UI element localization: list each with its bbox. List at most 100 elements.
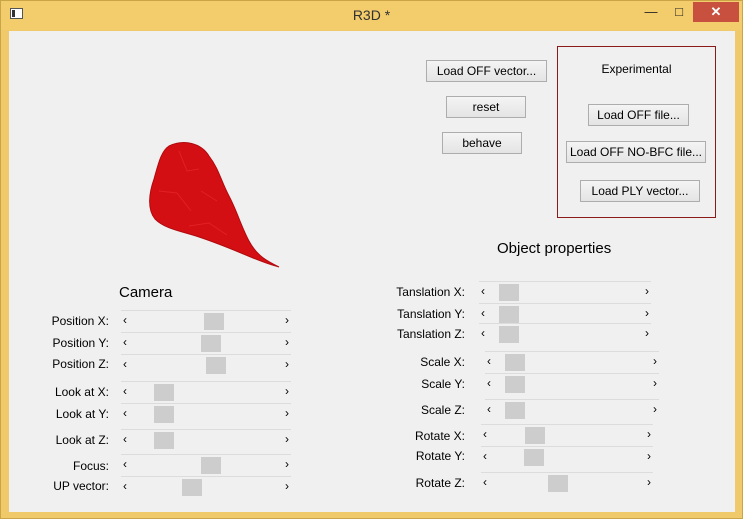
camera-slider-label: Position X:: [51, 314, 109, 328]
camera-slider-label: UP vector:: [53, 479, 109, 493]
load-off-vector-button[interactable]: Load OFF vector...: [426, 60, 547, 82]
right-arrow-icon[interactable]: ›: [653, 401, 657, 417]
slider-thumb[interactable]: [154, 432, 175, 449]
load-off-file-button[interactable]: Load OFF file...: [588, 104, 689, 126]
right-arrow-icon[interactable]: ›: [653, 353, 657, 369]
behave-button[interactable]: behave: [442, 132, 522, 154]
left-arrow-icon[interactable]: ‹: [123, 456, 127, 472]
slider-thumb[interactable]: [154, 406, 175, 423]
left-arrow-icon[interactable]: ‹: [123, 334, 127, 350]
object-slider[interactable]: ‹ ›: [479, 303, 651, 323]
slider-thumb[interactable]: [548, 475, 569, 492]
slider-track: [121, 403, 291, 404]
slider-thumb[interactable]: [498, 284, 519, 301]
object-slider[interactable]: ‹ ›: [481, 472, 653, 492]
slider-thumb[interactable]: [201, 335, 222, 352]
slider-thumb[interactable]: [154, 384, 175, 401]
right-arrow-icon[interactable]: ›: [647, 474, 651, 490]
object-slider[interactable]: ‹ ›: [479, 281, 651, 301]
left-arrow-icon[interactable]: ‹: [483, 426, 487, 442]
right-arrow-icon[interactable]: ›: [645, 283, 649, 299]
experimental-title: Experimental: [601, 62, 672, 76]
right-arrow-icon[interactable]: ›: [285, 312, 289, 328]
right-arrow-icon[interactable]: ›: [645, 305, 649, 321]
camera-slider[interactable]: ‹ ›: [121, 429, 291, 449]
slider-thumb[interactable]: [201, 457, 222, 474]
slider-thumb[interactable]: [504, 354, 525, 371]
slider-track: [485, 373, 659, 374]
right-arrow-icon[interactable]: ›: [285, 356, 289, 372]
title-bar[interactable]: R3D * — □ ✕: [1, 1, 742, 30]
right-arrow-icon[interactable]: ›: [285, 383, 289, 399]
right-arrow-icon[interactable]: ›: [285, 405, 289, 421]
left-arrow-icon[interactable]: ‹: [487, 375, 491, 391]
left-arrow-icon[interactable]: ‹: [123, 383, 127, 399]
object-slider[interactable]: ‹ ›: [485, 399, 659, 419]
camera-slider[interactable]: ‹ ›: [121, 476, 291, 496]
camera-slider[interactable]: ‹ ›: [121, 403, 291, 423]
slider-thumb[interactable]: [203, 313, 224, 330]
left-arrow-icon[interactable]: ‹: [483, 474, 487, 490]
slider-track: [481, 472, 653, 473]
slider-track: [121, 381, 291, 382]
object-slider-label: Scale X:: [420, 355, 465, 369]
maximize-button[interactable]: □: [665, 2, 693, 22]
slider-thumb[interactable]: [182, 479, 203, 496]
slider-thumb[interactable]: [504, 376, 525, 393]
right-arrow-icon[interactable]: ›: [647, 448, 651, 464]
right-arrow-icon[interactable]: ›: [285, 431, 289, 447]
slider-thumb[interactable]: [498, 326, 519, 343]
experimental-group: Experimental Load OFF file... Load OFF N…: [557, 46, 716, 218]
slider-thumb[interactable]: [206, 357, 227, 374]
object-properties-heading: Object properties: [497, 240, 612, 257]
left-arrow-icon[interactable]: ‹: [481, 305, 485, 321]
camera-slider[interactable]: ‹ ›: [121, 354, 291, 374]
left-arrow-icon[interactable]: ‹: [481, 283, 485, 299]
slider-track: [121, 429, 291, 430]
reset-button[interactable]: reset: [446, 96, 526, 118]
slider-track: [121, 454, 291, 455]
left-arrow-icon[interactable]: ‹: [481, 325, 485, 341]
object-slider[interactable]: ‹ ›: [485, 351, 659, 371]
object-slider[interactable]: ‹ ›: [485, 373, 659, 393]
camera-slider[interactable]: ‹ ›: [121, 332, 291, 352]
minimize-button[interactable]: —: [637, 2, 665, 22]
load-ply-vector-button[interactable]: Load PLY vector...: [580, 180, 700, 202]
slider-track: [479, 323, 651, 324]
object-slider-label: Tanslation X:: [396, 285, 465, 299]
left-arrow-icon[interactable]: ‹: [123, 405, 127, 421]
right-arrow-icon[interactable]: ›: [285, 478, 289, 494]
load-off-nobfc-button[interactable]: Load OFF NO-BFC file...: [566, 141, 706, 163]
model-viewport[interactable]: [129, 131, 289, 281]
left-arrow-icon[interactable]: ‹: [487, 401, 491, 417]
left-arrow-icon[interactable]: ‹: [123, 312, 127, 328]
right-arrow-icon[interactable]: ›: [645, 325, 649, 341]
left-arrow-icon[interactable]: ‹: [483, 448, 487, 464]
slider-track: [121, 310, 291, 311]
right-arrow-icon[interactable]: ›: [653, 375, 657, 391]
object-slider-label: Tanslation Y:: [397, 307, 465, 321]
slider-thumb[interactable]: [525, 427, 545, 444]
slider-track: [121, 476, 291, 477]
right-arrow-icon[interactable]: ›: [285, 334, 289, 350]
slider-thumb[interactable]: [523, 449, 544, 466]
object-slider[interactable]: ‹ ›: [481, 446, 653, 466]
slider-thumb[interactable]: [504, 402, 525, 419]
camera-slider[interactable]: ‹ ›: [121, 310, 291, 330]
left-arrow-icon[interactable]: ‹: [123, 478, 127, 494]
object-slider[interactable]: ‹ ›: [479, 323, 651, 343]
object-slider-label: Rotate Z:: [415, 476, 465, 490]
slider-track: [121, 332, 291, 333]
right-arrow-icon[interactable]: ›: [285, 456, 289, 472]
left-arrow-icon[interactable]: ‹: [123, 431, 127, 447]
right-arrow-icon[interactable]: ›: [647, 426, 651, 442]
left-arrow-icon[interactable]: ‹: [487, 353, 491, 369]
camera-slider-label: Position Y:: [52, 336, 109, 350]
camera-slider[interactable]: ‹ ›: [121, 381, 291, 401]
object-slider-label: Scale Y:: [421, 377, 465, 391]
slider-thumb[interactable]: [498, 306, 519, 323]
object-slider[interactable]: ‹ ›: [481, 424, 653, 444]
close-button[interactable]: ✕: [693, 2, 739, 22]
left-arrow-icon[interactable]: ‹: [123, 356, 127, 372]
camera-slider[interactable]: ‹ ›: [121, 454, 291, 474]
